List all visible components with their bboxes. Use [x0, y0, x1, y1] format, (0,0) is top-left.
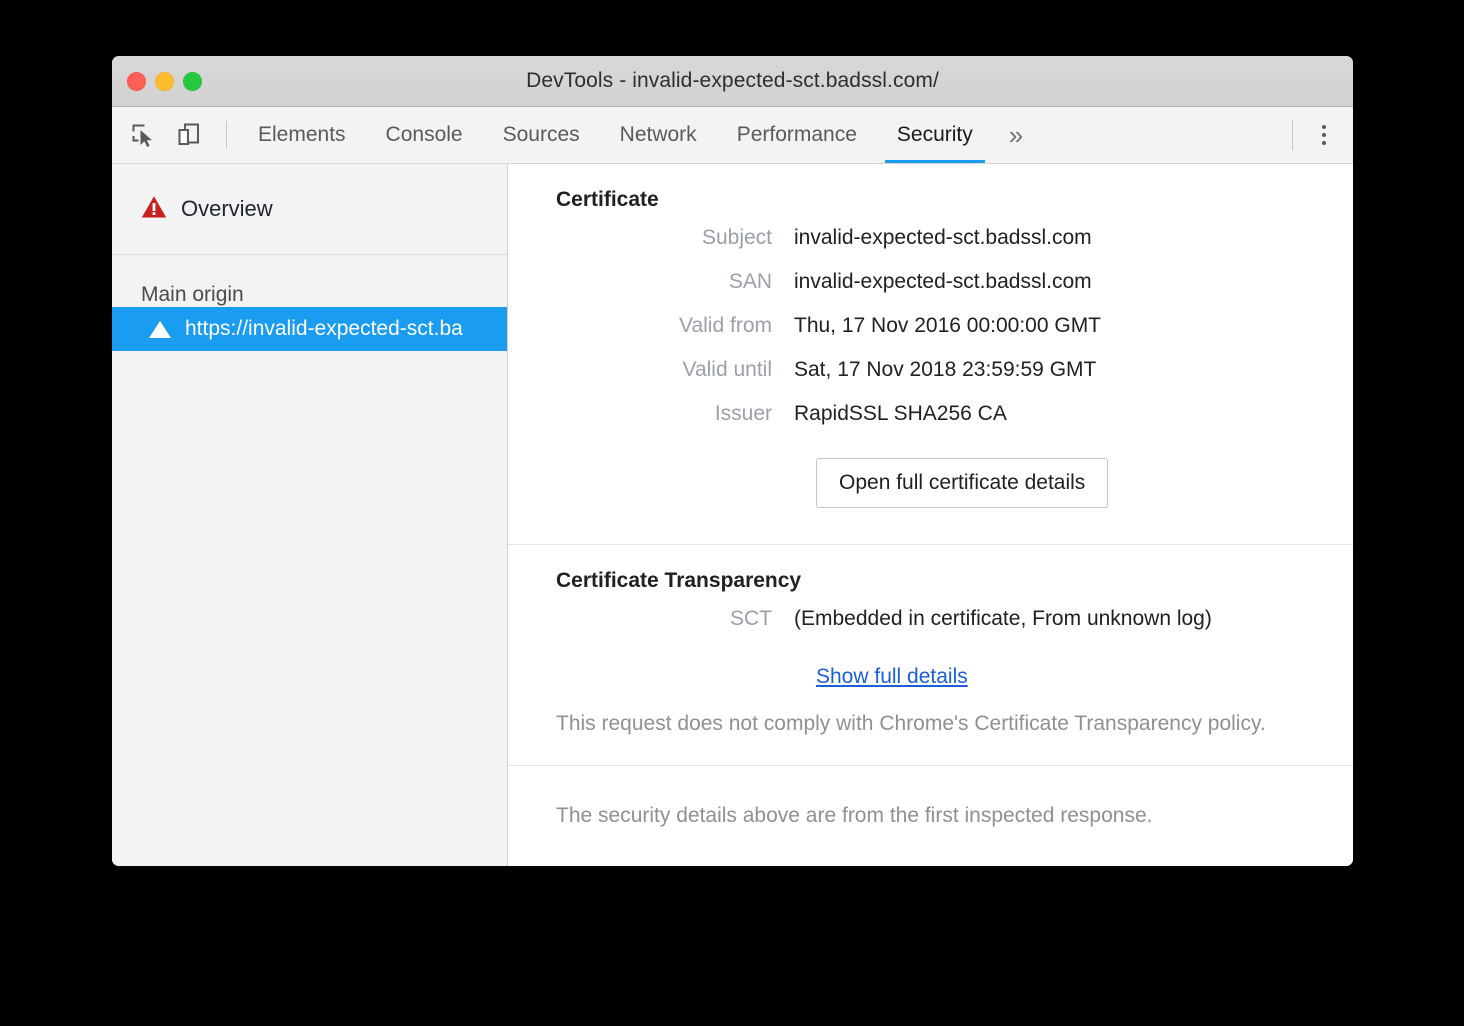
more-tabs-icon[interactable]: » — [993, 107, 1039, 163]
row-value: invalid-expected-sct.badssl.com — [794, 270, 1092, 294]
toolbar-right-group — [1292, 107, 1353, 163]
close-button[interactable] — [127, 72, 146, 91]
row-value: (Embedded in certificate, From unknown l… — [794, 607, 1212, 631]
row-key: SAN — [556, 270, 794, 294]
tab-label: Network — [620, 123, 697, 147]
row-key: Valid from — [556, 314, 794, 338]
row-value: invalid-expected-sct.badssl.com — [794, 226, 1092, 250]
tab-sources[interactable]: Sources — [483, 107, 600, 163]
certificate-transparency-title: Certificate Transparency — [556, 545, 1353, 607]
ct-row-sct: SCT (Embedded in certificate, From unkno… — [556, 607, 1353, 651]
row-key: SCT — [556, 607, 794, 631]
show-full-details-link[interactable]: Show full details — [816, 665, 968, 688]
open-full-certificate-details-button[interactable]: Open full certificate details — [816, 458, 1108, 508]
security-footnote: The security details above are from the … — [508, 766, 1353, 828]
window-title: DevTools - invalid-expected-sct.badssl.c… — [112, 69, 1353, 93]
tab-security[interactable]: Security — [877, 107, 993, 163]
device-toolbar-icon[interactable] — [172, 118, 206, 152]
ct-link-row: Show full details — [556, 651, 1353, 695]
certificate-row-issuer: Issuer RapidSSL SHA256 CA — [556, 402, 1353, 446]
tab-elements[interactable]: Elements — [238, 107, 366, 163]
certificate-section: Certificate Subject invalid-expected-sct… — [508, 164, 1353, 544]
security-main-panel: Certificate Subject invalid-expected-sct… — [508, 164, 1353, 866]
window-titlebar: DevTools - invalid-expected-sct.badssl.c… — [112, 56, 1353, 107]
certificate-section-title: Certificate — [556, 164, 1353, 226]
sidebar-group-title: Main origin — [112, 255, 507, 307]
devtools-content: Overview Main origin https://invalid-exp… — [112, 164, 1353, 866]
toolbar-divider — [226, 121, 227, 149]
row-key: Issuer — [556, 402, 794, 426]
minimize-button[interactable] — [155, 72, 174, 91]
row-value: RapidSSL SHA256 CA — [794, 402, 1007, 426]
tab-console[interactable]: Console — [366, 107, 483, 163]
inspect-element-icon[interactable] — [126, 118, 160, 152]
certificate-row-valid-from: Valid from Thu, 17 Nov 2016 00:00:00 GMT — [556, 314, 1353, 358]
sidebar-item-label: Overview — [181, 196, 273, 222]
toolbar-icon-group — [112, 107, 238, 163]
sidebar-item-origin[interactable]: https://invalid-expected-sct.ba — [112, 307, 507, 351]
maximize-button[interactable] — [183, 72, 202, 91]
tab-network[interactable]: Network — [600, 107, 717, 163]
sidebar-item-overview[interactable]: Overview — [112, 164, 507, 254]
tab-performance[interactable]: Performance — [717, 107, 877, 163]
devtools-toolbar: Elements Console Sources Network Perform… — [112, 107, 1353, 164]
more-options-icon[interactable] — [1307, 117, 1341, 153]
toolbar-divider-right — [1292, 120, 1293, 150]
security-sidebar: Overview Main origin https://invalid-exp… — [112, 164, 508, 866]
row-key: Valid until — [556, 358, 794, 382]
row-value: Sat, 17 Nov 2018 23:59:59 GMT — [794, 358, 1096, 382]
warning-triangle-icon — [141, 195, 167, 224]
row-value: Thu, 17 Nov 2016 00:00:00 GMT — [794, 314, 1101, 338]
row-key: Subject — [556, 226, 794, 250]
ct-explanation-text: This request does not comply with Chrome… — [556, 695, 1353, 765]
sidebar-item-label: https://invalid-expected-sct.ba — [185, 317, 463, 341]
certificate-row-valid-until: Valid until Sat, 17 Nov 2018 23:59:59 GM… — [556, 358, 1353, 402]
certificate-button-row: Open full certificate details — [556, 446, 1353, 544]
tab-label: Elements — [258, 123, 346, 147]
tab-label: Sources — [503, 123, 580, 147]
panel-tabs: Elements Console Sources Network Perform… — [238, 107, 1039, 163]
window-controls — [127, 56, 202, 106]
tab-label: Performance — [737, 123, 857, 147]
tab-label: Security — [897, 123, 973, 147]
certificate-row-san: SAN invalid-expected-sct.badssl.com — [556, 270, 1353, 314]
certificate-row-subject: Subject invalid-expected-sct.badssl.com — [556, 226, 1353, 270]
devtools-window: DevTools - invalid-expected-sct.badssl.c… — [112, 56, 1353, 866]
certificate-transparency-section: Certificate Transparency SCT (Embedded i… — [508, 545, 1353, 765]
tab-label: Console — [386, 123, 463, 147]
warning-triangle-icon — [149, 321, 171, 338]
